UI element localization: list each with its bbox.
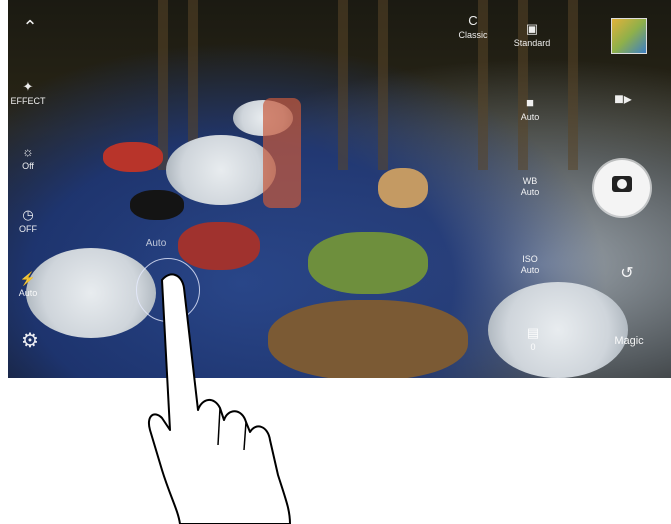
camera-mode-icon: C [468, 13, 478, 28]
resolution-label: Standard [513, 38, 551, 48]
camera-lens [617, 179, 627, 189]
hand-outline [148, 273, 291, 524]
chevron-up-icon[interactable]: ⌃ [18, 18, 42, 36]
fence-slat [338, 0, 348, 170]
fence-slat [378, 0, 388, 170]
aspect-icon: ▣ [525, 21, 539, 36]
timer-button[interactable]: ◷ OFF [10, 208, 46, 235]
food-olives [130, 190, 184, 220]
food-tomato [103, 142, 163, 172]
hdr-label: Off [22, 161, 34, 171]
gear-icon[interactable]: ⚙ [16, 331, 44, 351]
shutter-button[interactable] [594, 160, 650, 216]
plate [166, 135, 276, 205]
ev-button[interactable]: ▤ 0 [516, 326, 550, 353]
exposure-button[interactable]: ISO Auto [510, 254, 550, 276]
focus-label: Auto [145, 238, 167, 249]
glass [263, 98, 301, 208]
iso-label: Auto [520, 112, 540, 122]
timer-icon: ◷ [22, 207, 34, 222]
manual-mode-label[interactable]: Magic [604, 336, 654, 347]
exposure-tag: ISO [522, 254, 538, 264]
food-cup [378, 168, 428, 208]
flash-button[interactable]: ⚡ Auto [10, 272, 46, 299]
white-balance-label: Auto [520, 187, 540, 197]
iso-button[interactable]: ■ Auto [510, 96, 550, 123]
effect-label: EFFECT [10, 96, 46, 106]
timer-label: OFF [19, 224, 37, 234]
white-balance-button[interactable]: WB Auto [510, 176, 550, 198]
ev-label: 0 [530, 342, 536, 352]
exposure-label: Auto [520, 265, 540, 275]
hdr-button[interactable]: ☼ Off [10, 145, 46, 172]
video-camera-icon[interactable]: ■▸ [608, 92, 638, 108]
resolution-button[interactable]: ▣ Standard [502, 22, 562, 49]
switch-camera-icon[interactable]: ↺ [614, 266, 640, 282]
camera-mode-label: Classic [458, 30, 488, 40]
camera-mode-button[interactable]: C Classic [448, 14, 498, 41]
hand-tap-illustration [148, 273, 291, 524]
flash-icon: ⚡ [19, 271, 37, 286]
food-salami [178, 222, 260, 270]
ev-icon: ▤ [526, 325, 540, 340]
hdr-icon: ☼ [22, 144, 34, 159]
effect-button[interactable]: ✦ EFFECT [10, 80, 46, 107]
white-balance-tag: WB [522, 176, 538, 186]
plate [488, 282, 628, 378]
fence-slat [158, 0, 168, 170]
gallery-thumbnail[interactable] [611, 18, 647, 54]
magic-wand-icon: ✦ [22, 79, 34, 94]
fence-slat [568, 0, 578, 170]
flash-label: Auto [18, 288, 38, 298]
iso-icon: ■ [526, 95, 534, 110]
